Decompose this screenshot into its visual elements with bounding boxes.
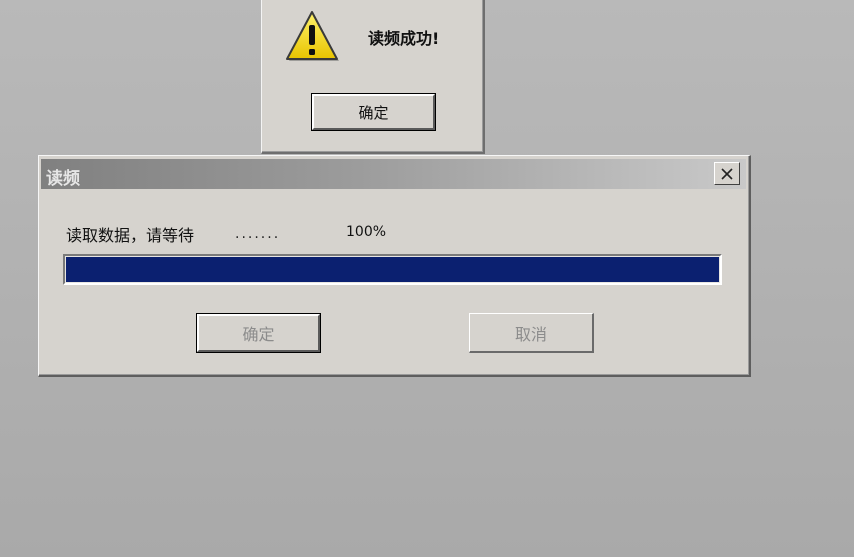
cancel-button[interactable]: 取消 [469,313,594,353]
dialog-title: 读频 [46,169,80,189]
close-icon [721,167,733,180]
ok-button-label: 确定 [197,314,320,352]
message-box: 读频成功! 确定 [261,0,485,154]
message-text: 读频成功! [368,29,440,48]
close-button[interactable] [714,162,740,185]
read-dialog: 读频 读取数据，请等待 ....... 100% 确定 取消 [38,155,751,377]
message-ok-button[interactable]: 确定 [311,93,436,131]
progress-fill [66,257,719,282]
message-ok-label: 确定 [312,94,435,130]
status-dots: ....... [235,226,281,242]
warning-icon [284,9,340,63]
status-text: 读取数据，请等待 [66,226,195,245]
cancel-button-label: 取消 [514,324,547,344]
progress-bar [63,254,722,285]
progress-percent: 100% [346,224,387,240]
title-bar[interactable]: 读频 [41,159,746,189]
ok-button[interactable]: 确定 [196,313,321,353]
